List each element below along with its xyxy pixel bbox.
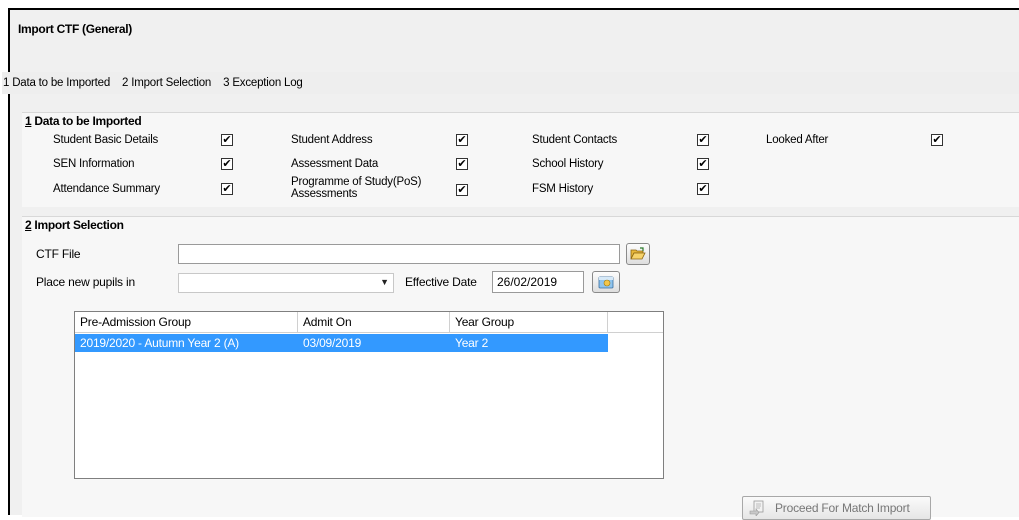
nav-link-data-to-be-imported[interactable]: 1 Data to be Imported bbox=[3, 77, 110, 89]
option-label-school-history: School History bbox=[532, 158, 604, 170]
column-header-pre-admission-group[interactable]: Pre-Admission Group bbox=[75, 312, 298, 333]
checkbox-student-basic-details[interactable]: ✔ bbox=[221, 134, 233, 146]
checkbox-student-contacts[interactable]: ✔ bbox=[697, 134, 709, 146]
effective-date-label: Effective Date bbox=[405, 275, 477, 289]
cell-admit-on: 03/09/2019 bbox=[303, 336, 362, 350]
table-row[interactable]: 2019/2020 - Autumn Year 2 (A) 03/09/2019… bbox=[75, 334, 608, 352]
checkbox-fsm-history[interactable]: ✔ bbox=[697, 183, 709, 195]
option-label-pos-assessments: Programme of Study(PoS) Assessments bbox=[291, 176, 422, 200]
section-title-data-to-be-imported: 1 Data to be Imported bbox=[25, 114, 142, 128]
effective-date-input[interactable] bbox=[492, 271, 584, 293]
import-icon bbox=[749, 500, 764, 516]
browse-file-button[interactable] bbox=[626, 243, 650, 265]
option-label-assessment-data: Assessment Data bbox=[291, 158, 379, 170]
checkbox-assessment-data[interactable]: ✔ bbox=[456, 158, 468, 170]
data-to-be-imported-section: 1 Data to be Imported Student Basic Deta… bbox=[22, 112, 1019, 207]
chevron-down-icon: ▼ bbox=[380, 277, 389, 287]
section-title-import-selection: 2 Import Selection bbox=[25, 218, 124, 232]
section-nav: 1 Data to be Imported 2 Import Selection… bbox=[2, 72, 1019, 94]
cell-pre-admission-group: 2019/2020 - Autumn Year 2 (A) bbox=[80, 336, 239, 350]
option-label-student-contacts: Student Contacts bbox=[532, 134, 618, 146]
option-label-sen-information: SEN Information bbox=[53, 158, 135, 170]
grid-header: Pre-Admission Group Admit On Year Group bbox=[75, 312, 663, 333]
column-header-year-group[interactable]: Year Group bbox=[450, 312, 608, 333]
checkbox-school-history[interactable]: ✔ bbox=[697, 158, 709, 170]
import-selection-section: 2 Import Selection CTF File Place new pu… bbox=[22, 216, 1019, 520]
calendar-icon bbox=[598, 276, 614, 289]
proceed-for-match-import-button[interactable]: Proceed For Match Import bbox=[742, 496, 931, 520]
checkbox-attendance-summary[interactable]: ✔ bbox=[221, 183, 233, 195]
nav-link-exception-log[interactable]: 3 Exception Log bbox=[223, 77, 303, 89]
column-header-admit-on[interactable]: Admit On bbox=[298, 312, 450, 333]
import-ctf-window: Import CTF (General) 1 Data to be Import… bbox=[2, 8, 1019, 520]
option-label-fsm-history: FSM History bbox=[532, 183, 594, 195]
ctf-file-label: CTF File bbox=[36, 247, 81, 261]
proceed-button-label: Proceed For Match Import bbox=[775, 501, 910, 515]
checkbox-student-address[interactable]: ✔ bbox=[456, 134, 468, 146]
page-title: Import CTF (General) bbox=[18, 22, 133, 36]
cell-year-group: Year 2 bbox=[455, 336, 489, 350]
nav-link-import-selection[interactable]: 2 Import Selection bbox=[122, 77, 211, 89]
option-label-student-basic-details: Student Basic Details bbox=[53, 134, 159, 146]
ctf-file-input[interactable] bbox=[178, 244, 620, 264]
calendar-button[interactable] bbox=[592, 271, 620, 293]
place-new-pupils-label: Place new pupils in bbox=[36, 275, 135, 289]
title-bar: Import CTF (General) bbox=[10, 10, 1019, 68]
option-label-attendance-summary: Attendance Summary bbox=[53, 183, 160, 195]
place-new-pupils-select[interactable]: ▼ bbox=[178, 273, 394, 293]
checkbox-pos-assessments[interactable]: ✔ bbox=[456, 184, 468, 196]
checkbox-looked-after[interactable]: ✔ bbox=[931, 134, 943, 146]
folder-open-icon bbox=[630, 247, 646, 260]
option-label-looked-after: Looked After bbox=[766, 134, 829, 146]
pre-admission-grid: Pre-Admission Group Admit On Year Group … bbox=[74, 311, 664, 479]
checkbox-sen-information[interactable]: ✔ bbox=[221, 158, 233, 170]
option-label-student-address: Student Address bbox=[291, 134, 373, 146]
